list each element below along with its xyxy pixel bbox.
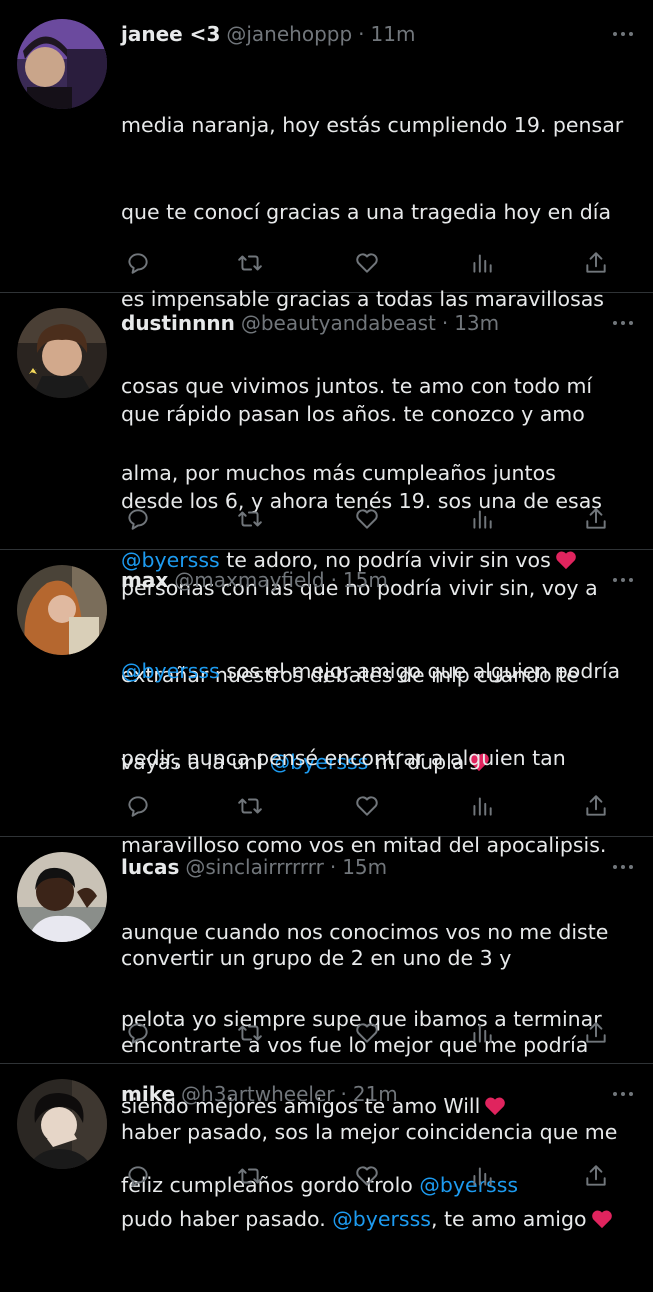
separator: · [330, 568, 337, 592]
tweet-header: mike @h3artwheeler · 21m [121, 1079, 633, 1109]
text-line: pedir, nunca pensé encontrar a alguien t… [121, 746, 566, 770]
views-icon[interactable] [465, 246, 499, 280]
tweet[interactable]: lucas @sinclairrrrrrr · 15m convertir un… [0, 837, 653, 1231]
tweet-header: dustinnnn @beautyandabeast · 13m [121, 308, 633, 338]
like-icon[interactable] [350, 789, 384, 823]
reply-icon[interactable] [121, 789, 155, 823]
tweet[interactable]: dustinnnn @beautyandabeast · 13m que ráp… [0, 293, 653, 774]
tweet-header: janee <3 @janehoppp · 11m [121, 19, 633, 49]
user-handle[interactable]: @beautyandabeast [241, 308, 436, 338]
share-icon[interactable] [579, 1016, 613, 1050]
user-handle[interactable]: @sinclairrrrrrr [185, 852, 323, 882]
text-segment: sos el mejor amigo que alguien podría [219, 659, 621, 683]
tweet-header: lucas @sinclairrrrrrr · 15m [121, 852, 633, 882]
more-icon[interactable] [608, 852, 638, 882]
tweet[interactable]: max @maxmayfield · 15m @byersss sos el m… [0, 550, 653, 1118]
timestamp[interactable]: 13m [454, 308, 499, 338]
like-icon[interactable] [350, 502, 384, 536]
reply-icon[interactable] [121, 1016, 155, 1050]
text-line: que rápido pasan los años. te conozco y … [121, 402, 585, 426]
timestamp[interactable]: 15m [343, 565, 388, 595]
retweet-icon[interactable] [233, 246, 267, 280]
separator: · [340, 1082, 347, 1106]
reply-icon[interactable] [121, 246, 155, 280]
avatar[interactable] [17, 565, 107, 655]
tweet-header: max @maxmayfield · 15m [121, 565, 633, 595]
text-line: que te conocí gracias a una tragedia hoy… [121, 200, 612, 224]
views-icon[interactable] [465, 502, 499, 536]
views-icon[interactable] [465, 1016, 499, 1050]
views-icon[interactable] [465, 1159, 499, 1193]
retweet-icon[interactable] [233, 502, 267, 536]
separator: · [358, 22, 365, 46]
tweet-actions [121, 1016, 621, 1050]
text-line: media naranja, hoy estás cumpliendo 19. … [121, 113, 624, 137]
tweet-actions [121, 1159, 621, 1193]
text-line: @byersss sos el mejor amigo que alguien … [121, 657, 633, 686]
display-name[interactable]: dustinnnn [121, 308, 235, 338]
views-icon[interactable] [465, 789, 499, 823]
display-name[interactable]: lucas [121, 852, 179, 882]
reply-icon[interactable] [121, 1159, 155, 1193]
timestamp[interactable]: 21m [353, 1079, 398, 1109]
share-icon[interactable] [579, 502, 613, 536]
avatar[interactable] [17, 1079, 107, 1169]
like-icon[interactable] [350, 1159, 384, 1193]
more-icon[interactable] [608, 308, 638, 338]
user-handle[interactable]: @janehoppp [226, 19, 352, 49]
more-icon[interactable] [608, 19, 638, 49]
tweet-actions [121, 246, 621, 280]
avatar[interactable] [17, 852, 107, 942]
display-name[interactable]: janee <3 [121, 19, 220, 49]
avatar[interactable] [17, 19, 107, 109]
timestamp[interactable]: 15m [342, 852, 387, 882]
retweet-icon[interactable] [233, 1016, 267, 1050]
mention-link[interactable]: @byersss [121, 659, 220, 683]
user-handle[interactable]: @h3artwheeler [181, 1079, 334, 1109]
tweet-actions [121, 789, 621, 823]
separator: · [441, 311, 449, 335]
reply-icon[interactable] [121, 502, 155, 536]
text-line: convertir un grupo de 2 en uno de 3 y [121, 946, 512, 970]
like-icon[interactable] [350, 1016, 384, 1050]
separator: · [329, 855, 337, 879]
retweet-icon[interactable] [233, 789, 267, 823]
retweet-icon[interactable] [233, 1159, 267, 1193]
like-icon[interactable] [350, 246, 384, 280]
user-handle[interactable]: @maxmayfield [174, 565, 324, 595]
tweet[interactable]: janee <3 @janehoppp · 11m media naranja,… [0, 0, 653, 572]
avatar[interactable] [17, 308, 107, 398]
share-icon[interactable] [579, 789, 613, 823]
share-icon[interactable] [579, 1159, 613, 1193]
more-icon[interactable] [608, 565, 638, 595]
timestamp[interactable]: 11m [371, 19, 416, 49]
more-icon[interactable] [608, 1079, 638, 1109]
display-name[interactable]: mike [121, 1079, 175, 1109]
display-name[interactable]: max [121, 565, 168, 595]
tweet-feed: janee <3 @janehoppp · 11m media naranja,… [0, 0, 653, 1231]
tweet-actions [121, 502, 621, 536]
share-icon[interactable] [579, 246, 613, 280]
tweet[interactable]: mike @h3artwheeler · 21m feliz cumpleaño… [0, 1064, 653, 1200]
